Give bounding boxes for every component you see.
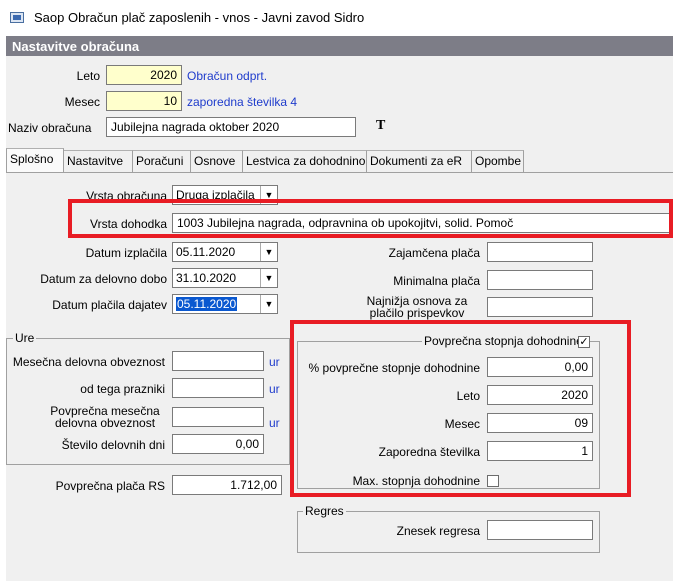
tab-osnove[interactable]: Osnove [191, 150, 243, 172]
datum-izplacila-picker[interactable]: 05.11.2020 ▼ [172, 242, 278, 262]
regres-group-title: Regres [303, 504, 346, 518]
mesec-label: Mesec [64, 95, 100, 109]
znesek-regresa-label: Znesek regresa [396, 524, 480, 538]
datum-placila-selected: 05.11.2020 [176, 297, 238, 311]
panel-header-title: Nastavitve obračuna [12, 39, 140, 54]
povprecna-label: Povprečna mesečna delovna obveznost [44, 405, 166, 429]
minimalna-label: Minimalna plača [393, 274, 480, 288]
mesec-status: zaporedna številka 4 [187, 95, 298, 109]
datum-delovno-label: Datum za delovno dobo [40, 272, 167, 286]
povprecna-unit: ur [269, 416, 280, 430]
ure-group-title: Ure [13, 331, 37, 345]
naziv-input[interactable]: Jubilejna nagrada oktober 2020 [106, 117, 356, 137]
mesecna-label: Mesečna delovna obveznost [12, 355, 165, 369]
leto-input[interactable]: 2020 [106, 65, 182, 85]
datum-izplacila-label: Datum izplačila [85, 246, 167, 260]
chevron-down-icon[interactable]: ▼ [260, 243, 277, 261]
app-icon [10, 12, 24, 23]
datum-placila-picker[interactable]: 05.11.2020 ▼ [172, 294, 278, 314]
highlight-box-vrsta-dohodka [68, 199, 673, 238]
dni-input[interactable]: 0,00 [172, 434, 264, 454]
tab-lestvica[interactable]: Lestvica za dohodnino [243, 150, 367, 172]
font-icon[interactable]: T [376, 118, 385, 134]
datum-placila-value: 05.11.2020 [176, 296, 238, 312]
mesecna-unit: ur [269, 355, 280, 369]
tab-nastavitve[interactable]: Nastavitve [64, 150, 133, 172]
chevron-down-icon[interactable]: ▼ [260, 269, 277, 287]
povprecna-input[interactable] [172, 407, 264, 427]
povprecna-label-line2: delovna obveznost [54, 416, 156, 430]
datum-placila-label: Datum plačila dajatev [52, 298, 167, 312]
povprecna-placa-label: Povprečna plača RS [55, 479, 165, 493]
znesek-regresa-input[interactable] [487, 520, 593, 540]
leto-label: Leto [76, 69, 100, 83]
datum-delovno-value: 31.10.2020 [176, 271, 237, 285]
naziv-label: Naziv obračuna [8, 121, 92, 135]
leto-status: Obračun odprt. [187, 69, 268, 83]
datum-delovno-picker[interactable]: 31.10.2020 ▼ [172, 268, 278, 288]
mesecna-input[interactable] [172, 351, 264, 371]
minimalna-input[interactable] [487, 270, 593, 290]
tab-opombe[interactable]: Opombe [472, 150, 524, 172]
prazniki-label: od tega prazniki [80, 382, 165, 396]
tab-dokumenti[interactable]: Dokumenti za eR [367, 150, 472, 172]
zajamcena-input[interactable] [487, 242, 593, 262]
povprecna-placa-input[interactable]: 1.712,00 [172, 475, 282, 495]
tab-splosno[interactable]: Splošno [6, 148, 64, 172]
tab-poracuni[interactable]: Poračuni [133, 150, 191, 172]
najnizja-label-line2: plačilo prispevkov [369, 306, 465, 320]
tabs-divider [6, 172, 673, 173]
chevron-down-icon[interactable]: ▼ [260, 295, 277, 313]
highlight-box-dohodnina [290, 320, 631, 497]
prazniki-unit: ur [269, 382, 280, 396]
datum-izplacila-value: 05.11.2020 [176, 245, 236, 259]
najnizja-input[interactable] [487, 297, 593, 317]
dni-label: Število delovnih dni [61, 438, 165, 452]
window-title: Saop Obračun plač zaposlenih - vnos - Ja… [34, 10, 365, 25]
mesec-input[interactable]: 10 [106, 91, 182, 111]
zajamcena-label: Zajamčena plača [388, 246, 480, 260]
prazniki-input[interactable] [172, 378, 264, 398]
najnizja-label: Najnižja osnova za plačilo prispevkov [358, 295, 476, 319]
